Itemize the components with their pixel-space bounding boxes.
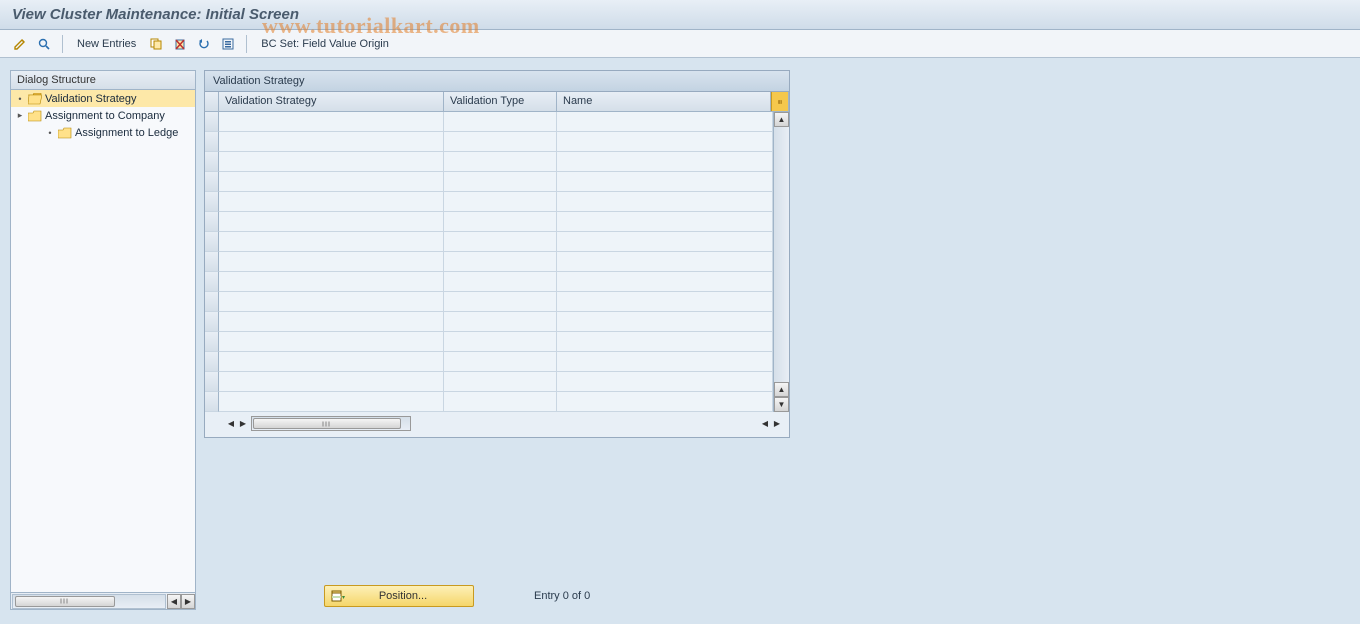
tree-node-label: Assignment to Ledge <box>75 127 178 139</box>
row-handle[interactable] <box>205 352 219 372</box>
grid-header-row: Validation Strategy Validation Type Name <box>205 92 789 112</box>
scrollbar-thumb[interactable] <box>15 596 115 607</box>
column-header-name[interactable]: Name <box>557 92 771 111</box>
tree-bullet-icon: • <box>45 128 55 138</box>
table-row[interactable] <box>205 132 773 152</box>
tree-node-validation-strategy[interactable]: • Validation Strategy <box>11 90 195 107</box>
tree-node-label: Assignment to Company <box>45 110 165 122</box>
copy-icon[interactable] <box>146 34 166 54</box>
row-handle[interactable] <box>205 392 219 412</box>
table-row[interactable] <box>205 252 773 272</box>
select-all-icon[interactable] <box>218 34 238 54</box>
folder-icon <box>28 110 42 122</box>
grid-horizontal-scrollbar[interactable]: ◀ ▶ ◀ ▶ <box>205 412 789 437</box>
validation-strategy-grid: Validation Strategy Validation Strategy … <box>204 70 790 438</box>
toolbar: New Entries BC Set: Field Value Origin <box>0 30 1360 58</box>
grid-rows <box>205 112 773 412</box>
row-handle[interactable] <box>205 292 219 312</box>
row-handle-header <box>205 92 219 111</box>
folder-open-icon <box>28 93 42 105</box>
table-row[interactable] <box>205 272 773 292</box>
scroll-left-icon[interactable]: ◀ <box>759 417 771 431</box>
scroll-up-icon[interactable]: ▲ <box>774 382 789 397</box>
entry-counter: Entry 0 of 0 <box>534 590 590 602</box>
row-handle[interactable] <box>205 152 219 172</box>
table-row[interactable] <box>205 152 773 172</box>
grid-vertical-scrollbar[interactable]: ▲ ▲ ▼ <box>773 112 789 412</box>
table-settings-icon[interactable] <box>771 92 789 111</box>
scroll-up-icon[interactable]: ▲ <box>774 112 789 127</box>
row-handle[interactable] <box>205 252 219 272</box>
grid-title: Validation Strategy <box>205 71 789 92</box>
folder-icon <box>58 127 72 139</box>
page-title: View Cluster Maintenance: Initial Screen <box>12 6 299 23</box>
position-button-label: Position... <box>351 590 473 602</box>
delete-icon[interactable] <box>170 34 190 54</box>
toolbar-separator <box>62 35 63 53</box>
scroll-right-icon[interactable]: ▶ <box>237 417 249 431</box>
table-row[interactable] <box>205 232 773 252</box>
table-row[interactable] <box>205 112 773 132</box>
scroll-right-icon[interactable]: ▶ <box>771 417 783 431</box>
row-handle[interactable] <box>205 272 219 292</box>
scroll-left-icon[interactable]: ◀ <box>225 417 237 431</box>
tree-horizontal-scrollbar[interactable]: ◀ ▶ <box>11 592 195 609</box>
bcset-button[interactable]: BC Set: Field Value Origin <box>255 34 395 54</box>
tree-bullet-icon: • <box>15 94 25 104</box>
find-icon[interactable] <box>34 34 54 54</box>
table-row[interactable] <box>205 192 773 212</box>
table-row[interactable] <box>205 312 773 332</box>
table-row[interactable] <box>205 332 773 352</box>
row-handle[interactable] <box>205 212 219 232</box>
change-icon[interactable] <box>10 34 30 54</box>
tree-node-assignment-ledger[interactable]: • Assignment to Ledge <box>11 124 195 141</box>
column-header-validation-strategy[interactable]: Validation Strategy <box>219 92 444 111</box>
scroll-right-icon[interactable]: ▶ <box>181 594 195 609</box>
row-handle[interactable] <box>205 172 219 192</box>
scrollbar-thumb[interactable] <box>253 418 401 429</box>
row-handle[interactable] <box>205 332 219 352</box>
position-button[interactable]: Position... <box>324 585 474 607</box>
tree-node-label: Validation Strategy <box>45 93 137 105</box>
column-header-validation-type[interactable]: Validation Type <box>444 92 557 111</box>
table-row[interactable] <box>205 172 773 192</box>
scroll-left-icon[interactable]: ◀ <box>167 594 181 609</box>
undo-icon[interactable] <box>194 34 214 54</box>
row-handle[interactable] <box>205 232 219 252</box>
tree-expand-icon[interactable]: ▸ <box>15 110 25 121</box>
title-bar: View Cluster Maintenance: Initial Screen <box>0 0 1360 30</box>
row-handle[interactable] <box>205 192 219 212</box>
table-row[interactable] <box>205 292 773 312</box>
row-handle[interactable] <box>205 132 219 152</box>
table-row[interactable] <box>205 372 773 392</box>
row-handle[interactable] <box>205 112 219 132</box>
table-row[interactable] <box>205 212 773 232</box>
scroll-down-icon[interactable]: ▼ <box>774 397 789 412</box>
toolbar-separator <box>246 35 247 53</box>
position-icon <box>329 587 347 605</box>
row-handle[interactable] <box>205 372 219 392</box>
table-row[interactable] <box>205 392 773 412</box>
row-handle[interactable] <box>205 312 219 332</box>
table-row[interactable] <box>205 352 773 372</box>
new-entries-button[interactable]: New Entries <box>71 34 142 54</box>
tree-header: Dialog Structure <box>11 71 195 90</box>
tree-node-assignment-company[interactable]: ▸ Assignment to Company <box>11 107 195 124</box>
dialog-structure-panel: Dialog Structure • Validation Strategy ▸… <box>10 70 196 610</box>
